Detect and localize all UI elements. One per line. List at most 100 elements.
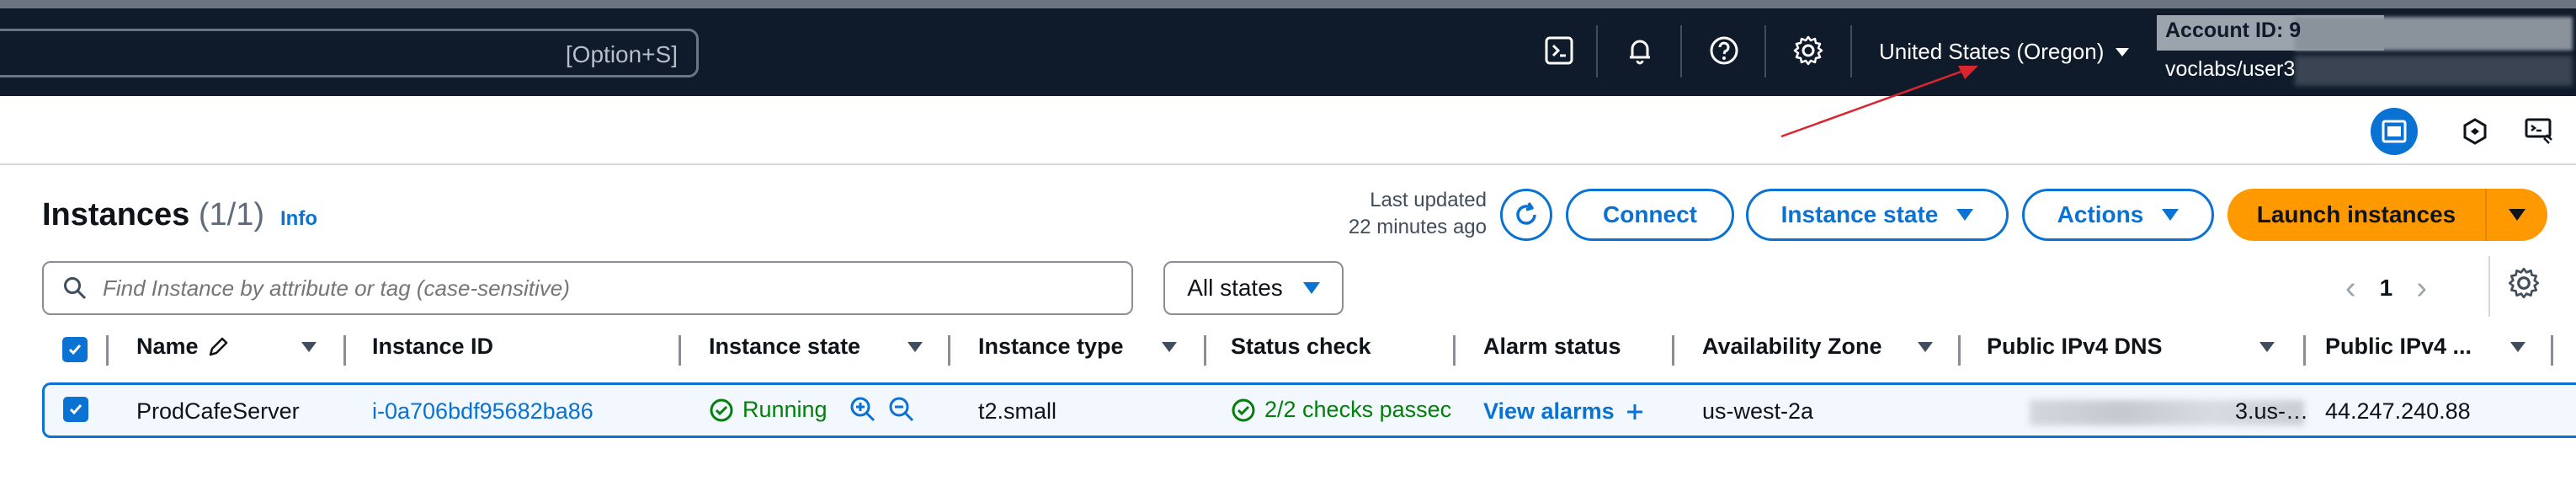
launch-instances-split-button: Launch instances [2227, 189, 2547, 241]
column-divider [1672, 335, 1674, 366]
pager-divider [2488, 256, 2490, 317]
column-divider [679, 335, 681, 366]
checkbox-checked-icon [63, 397, 88, 422]
column-divider [1204, 335, 1206, 366]
column-header-label: Alarm status [1483, 334, 1621, 359]
pencil-icon [209, 337, 227, 355]
help-icon[interactable] [1707, 34, 1741, 67]
console-feedback-icon[interactable] [2515, 108, 2563, 155]
refresh-button[interactable] [1500, 189, 1552, 241]
column-header-name[interactable]: Name [136, 334, 229, 360]
top-strip [0, 0, 2576, 8]
caret-down-icon [1302, 282, 1320, 294]
sort-caret-icon[interactable] [907, 342, 923, 352]
checkbox-checked-icon [62, 337, 88, 362]
launch-instances-label: Launch instances [2256, 201, 2456, 227]
search-icon [62, 274, 91, 302]
column-header-label: Instance type [978, 334, 1124, 359]
zoom-out-icon[interactable] [887, 395, 916, 430]
redacted-account-id [2295, 17, 2573, 51]
instance-state-label: Running [742, 397, 828, 422]
current-page-number[interactable]: 1 [2380, 275, 2393, 302]
search-input[interactable] [103, 275, 1096, 302]
account-menu[interactable]: Account ID: 9 voclabs/user3 [2157, 12, 2576, 96]
column-header-public-ipv4-dns[interactable]: Public IPv4 DNS [1987, 334, 2163, 360]
instances-panel: Instances (1/1) Info Last updated 22 min… [0, 165, 2576, 497]
table-row[interactable]: ProdCafeServer i-0a706bdf95682ba86 Runni… [42, 382, 2576, 438]
caret-down-icon [2509, 209, 2525, 221]
view-alarms-link[interactable]: View alarms [1483, 398, 1645, 425]
page-title: Instances (1/1) [42, 197, 264, 233]
split-panel-icon[interactable] [2371, 108, 2418, 155]
preferences-gear-icon[interactable] [2507, 266, 2544, 303]
nav-divider [1680, 25, 1682, 77]
region-selector[interactable]: United States (Oregon) [1879, 39, 2130, 65]
instance-name: ProdCafeServer [136, 398, 300, 424]
status-check-icon [1232, 398, 1255, 421]
column-header-label: Public IPv4 ... [2325, 334, 2472, 359]
column-header-status-check[interactable]: Status check [1231, 334, 1371, 360]
column-header-label: Instance state [709, 334, 861, 359]
column-header-availability-zone[interactable]: Availability Zone [1702, 334, 1882, 360]
instance-id-link[interactable]: i-0a706bdf95682ba86 [372, 398, 593, 425]
instance-state-dropdown[interactable]: Instance state [1746, 189, 2009, 241]
search-shortcut-hint: [Option+S] [565, 41, 678, 67]
region-label: United States (Oregon) [1879, 39, 2105, 64]
state-filter-select[interactable]: All states [1163, 261, 1344, 315]
column-header-label: Status check [1231, 334, 1371, 359]
column-divider [1958, 335, 1961, 366]
cloudshell-icon[interactable] [1542, 34, 1576, 67]
sort-caret-icon[interactable] [1162, 342, 1177, 352]
hexagon-icon[interactable] [2451, 108, 2499, 155]
instance-count: (1/1) [198, 197, 265, 232]
column-divider [948, 335, 950, 366]
redacted-username [2295, 56, 2573, 86]
top-navigation-bar: [Option+S] United States (Oregon) Accoun… [0, 0, 2576, 96]
availability-zone: us-west-2a [1702, 398, 1814, 424]
state-filter-label: All states [1187, 275, 1283, 301]
status-check-cell: 2/2 checks passec [1231, 397, 1497, 423]
column-header-label: Availability Zone [1702, 334, 1882, 359]
column-header-label: Instance ID [372, 334, 494, 359]
page-title-text: Instances [42, 197, 190, 232]
nav-divider [1850, 25, 1852, 77]
global-search-box[interactable]: [Option+S] [0, 29, 699, 77]
zoom-in-icon[interactable] [849, 395, 877, 430]
actions-label: Actions [2057, 201, 2144, 227]
select-all-checkbox[interactable] [62, 337, 88, 362]
refresh-icon [1516, 202, 1536, 225]
plus-icon [1626, 403, 1642, 420]
sort-caret-icon[interactable] [301, 342, 317, 352]
column-divider [2551, 335, 2553, 366]
connect-label: Connect [1603, 201, 1697, 227]
bell-icon[interactable] [1623, 34, 1657, 67]
instance-filter [42, 261, 1133, 315]
column-header-instance-type[interactable]: Instance type [978, 334, 1124, 360]
column-header-public-ipv4[interactable]: Public IPv4 ... [2325, 334, 2472, 360]
column-header-label: Name [136, 334, 199, 359]
connect-button[interactable]: Connect [1566, 189, 1734, 241]
gear-icon[interactable] [1791, 34, 1825, 67]
sort-caret-icon[interactable] [2259, 342, 2275, 352]
column-header-instance-state[interactable]: Instance state [709, 334, 860, 360]
nav-divider [1596, 25, 1598, 77]
launch-options-dropdown[interactable] [2487, 189, 2547, 241]
column-header-instance-id[interactable]: Instance ID [372, 334, 493, 360]
sort-caret-icon[interactable] [2510, 342, 2525, 352]
sort-caret-icon[interactable] [1918, 342, 1933, 352]
table-header: Name Instance ID Instance state Instance… [42, 330, 2576, 369]
pagination: ‹ 1 › [2345, 263, 2427, 313]
last-updated-label: Last updated [1370, 189, 1487, 211]
last-updated-time: 22 minutes ago [1348, 216, 1487, 238]
previous-page-icon[interactable]: ‹ [2345, 270, 2356, 307]
launch-instances-button[interactable]: Launch instances [2227, 189, 2487, 241]
next-page-icon[interactable]: › [2416, 270, 2427, 307]
column-divider [343, 335, 346, 366]
status-check-label: 2/2 checks passec [1264, 397, 1452, 422]
last-updated-text: Last updated 22 minutes ago [1296, 187, 1487, 241]
caret-down-icon [1956, 209, 1974, 221]
column-header-alarm-status[interactable]: Alarm status [1483, 334, 1621, 360]
info-link[interactable]: Info [280, 207, 317, 231]
row-checkbox[interactable] [63, 397, 88, 422]
actions-dropdown[interactable]: Actions [2022, 189, 2214, 241]
